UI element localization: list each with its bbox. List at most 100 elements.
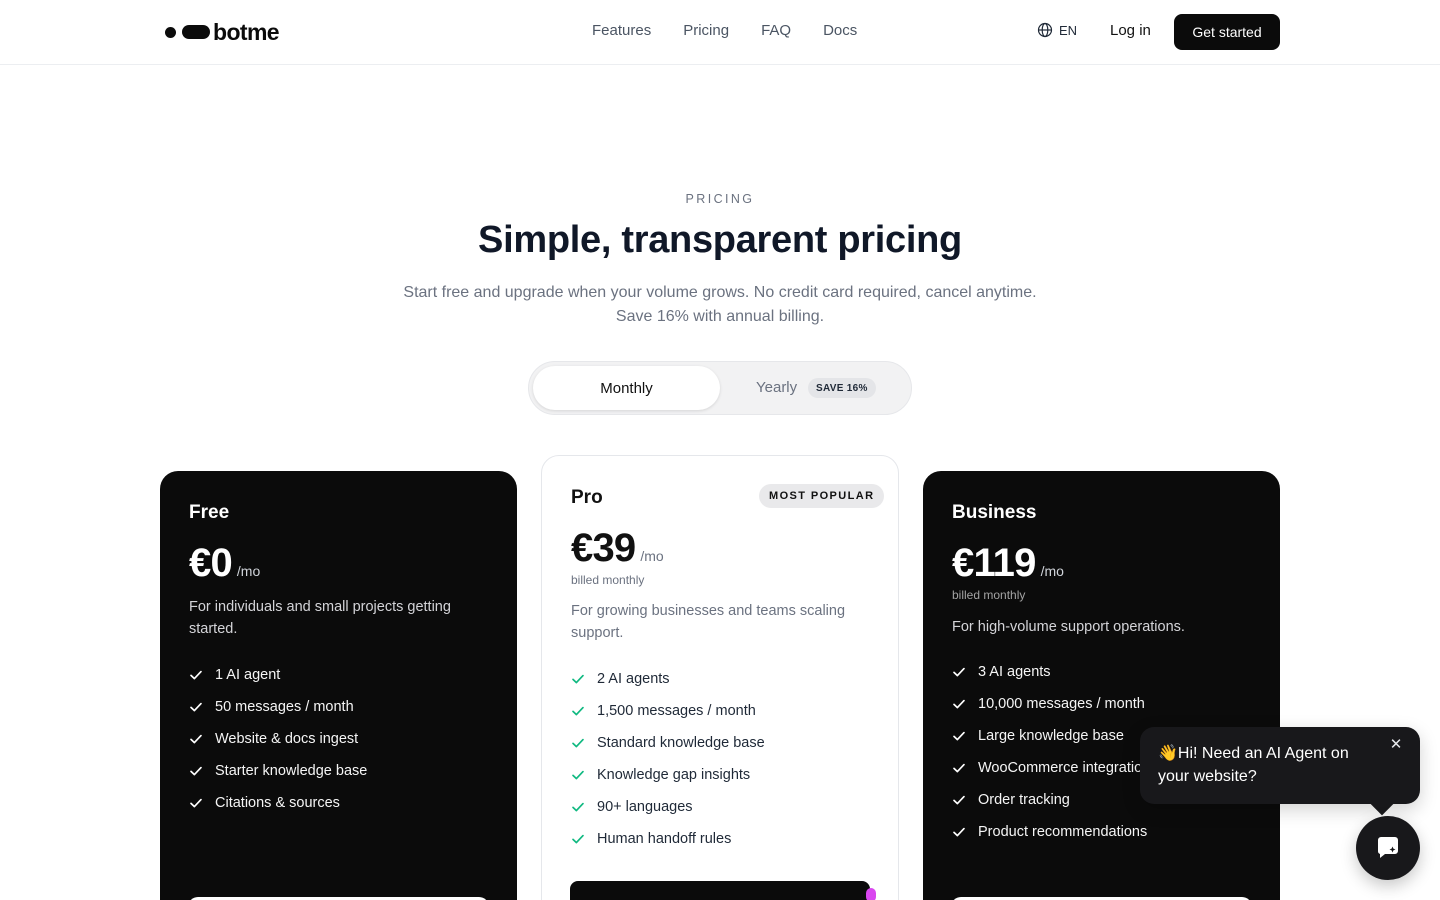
yearly-toggle-option[interactable]: Yearly	[756, 379, 797, 396]
price-row: €119 /mo	[952, 541, 1064, 586]
check-icon	[572, 770, 584, 780]
feature-list: 3 AI agents 10,000 messages / month Larg…	[952, 656, 1150, 848]
section-eyebrow: PRICING	[685, 192, 755, 206]
check-icon	[190, 734, 202, 744]
plan-period: /mo	[236, 563, 261, 579]
nav-link-docs[interactable]: Docs	[823, 22, 857, 39]
check-icon	[190, 798, 202, 808]
button-accent-glow	[866, 888, 876, 900]
page-title: Simple, transparent pricing	[478, 219, 962, 261]
main-nav: Features Pricing FAQ Docs	[592, 22, 857, 39]
chat-greeting-bubble[interactable]: 👋Hi! Need an AI Agent on your website? ✕	[1140, 727, 1420, 804]
plan-price: €119	[952, 541, 1036, 585]
feature-label: 3 AI agents	[978, 664, 1051, 680]
plan-description: For high-volume support operations.	[952, 619, 1185, 635]
check-icon	[572, 738, 584, 748]
feature-label: 50 messages / month	[215, 699, 354, 715]
feature-item: 1 AI agent	[189, 659, 367, 691]
feature-item: 1,500 messages / month	[571, 695, 765, 727]
billing-note: billed monthly	[952, 588, 1026, 602]
feature-item: Standard knowledge base	[571, 727, 765, 759]
check-icon	[190, 670, 202, 680]
nav-link-features[interactable]: Features	[592, 22, 651, 39]
chat-greeting-text: 👋Hi! Need an AI Agent on your website?	[1158, 745, 1349, 785]
feature-label: Large knowledge base	[978, 728, 1124, 744]
chat-icon	[1377, 837, 1398, 858]
plan-price: €0	[189, 541, 233, 585]
feature-item: 10,000 messages / month	[952, 688, 1150, 720]
billing-note: billed monthly	[571, 573, 645, 587]
check-icon	[572, 706, 584, 716]
check-icon	[572, 802, 584, 812]
feature-label: Order tracking	[978, 792, 1070, 808]
check-icon	[190, 702, 202, 712]
feature-item: Starter knowledge base	[189, 755, 367, 787]
nav-link-pricing[interactable]: Pricing	[683, 22, 729, 39]
feature-item: WooCommerce integration	[952, 752, 1150, 784]
nav-link-faq[interactable]: FAQ	[761, 22, 791, 39]
plan-name: Free	[189, 502, 230, 523]
feature-item: Citations & sources	[189, 787, 367, 819]
feature-list: 2 AI agents 1,500 messages / month Stand…	[571, 663, 765, 855]
logo-dot-mark	[165, 26, 176, 38]
plan-card-free: Free €0 /mo For individuals and small pr…	[160, 471, 517, 900]
price-row: €39 /mo	[571, 526, 664, 571]
feature-label: 90+ languages	[597, 799, 693, 815]
feature-list: 1 AI agent 50 messages / month Website &…	[189, 659, 367, 819]
feature-label: Citations & sources	[215, 795, 340, 811]
plan-card-business: Business €119 /mo billed monthly For hig…	[923, 471, 1280, 900]
plan-card-pro: Pro MOST POPULAR €39 /mo billed monthly …	[541, 455, 899, 900]
check-icon	[190, 766, 202, 776]
feature-label: 1,500 messages / month	[597, 703, 756, 719]
feature-label: Standard knowledge base	[597, 735, 765, 751]
price-row: €0 /mo	[189, 541, 260, 586]
feature-item: Knowledge gap insights	[571, 759, 765, 791]
billing-toggle: Monthly Yearly SAVE 16%	[528, 361, 912, 415]
check-icon	[953, 795, 965, 805]
feature-item: Human handoff rules	[571, 823, 765, 855]
check-icon	[953, 667, 965, 677]
get-started-button[interactable]: Get started	[1174, 14, 1280, 50]
feature-item: Large knowledge base	[952, 720, 1150, 752]
check-icon	[953, 731, 965, 741]
check-icon	[953, 699, 965, 709]
hero-subtitle-line1: Start free and upgrade when your volume …	[403, 284, 1037, 301]
check-icon	[953, 827, 965, 837]
feature-label: Website & docs ingest	[215, 731, 359, 747]
logo-text: botme	[213, 18, 280, 45]
feature-label: Knowledge gap insights	[597, 767, 751, 783]
hero-subtitle-line2: Save 16% with annual billing.	[615, 308, 825, 325]
plan-description: For individuals and small projects getti…	[189, 599, 451, 637]
plan-price: €39	[571, 526, 636, 570]
plan-name: Business	[952, 502, 1037, 523]
feature-label: WooCommerce integration	[978, 760, 1151, 776]
logo-pill-mark	[182, 25, 210, 39]
check-icon	[572, 674, 584, 684]
plan-name: Pro	[571, 487, 603, 508]
feature-item: 3 AI agents	[952, 656, 1150, 688]
feature-item: 50 messages / month	[189, 691, 367, 723]
feature-item: 90+ languages	[571, 791, 765, 823]
close-icon[interactable]: ✕	[1388, 737, 1404, 753]
language-switcher[interactable]: EN	[1037, 22, 1077, 38]
site-header: botme Features Pricing FAQ Docs EN Log i…	[0, 0, 1440, 65]
brand-logo[interactable]: botme	[165, 18, 280, 45]
plan-description: For growing businesses and teams scaling…	[571, 603, 846, 641]
login-link[interactable]: Log in	[1110, 22, 1151, 39]
feature-label: Product recommendations	[978, 824, 1148, 840]
feature-item: Order tracking	[952, 784, 1150, 816]
language-label: EN	[1059, 22, 1078, 38]
feature-label: 1 AI agent	[215, 667, 281, 683]
monthly-toggle-option[interactable]: Monthly	[533, 366, 720, 410]
feature-item: Product recommendations	[952, 816, 1150, 848]
feature-label: 10,000 messages / month	[978, 696, 1145, 712]
plan-period: /mo	[640, 548, 664, 564]
chat-launcher-button[interactable]	[1356, 816, 1420, 880]
feature-label: 2 AI agents	[597, 671, 670, 687]
most-popular-badge: MOST POPULAR	[759, 484, 885, 508]
pro-plan-button[interactable]	[570, 881, 870, 900]
globe-icon	[1037, 22, 1053, 38]
check-icon	[572, 834, 584, 844]
feature-label: Human handoff rules	[597, 831, 732, 847]
plan-period: /mo	[1040, 563, 1064, 579]
